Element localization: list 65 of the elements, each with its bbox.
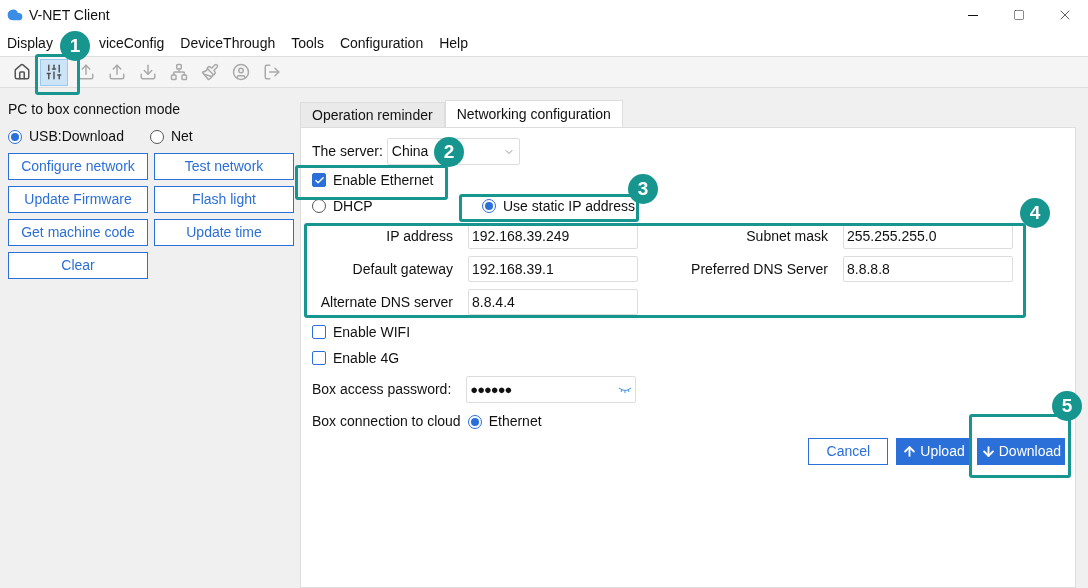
radio-label: DHCP (333, 198, 373, 214)
sliders-icon (45, 63, 63, 81)
checkbox-label: Enable Ethernet (333, 170, 434, 190)
maximize-icon (1013, 9, 1025, 21)
home-icon (13, 63, 31, 81)
cancel-button[interactable]: Cancel (808, 438, 889, 465)
callout-badge: 5 (1052, 391, 1082, 421)
action-button[interactable]: Clear (8, 252, 148, 279)
radio-label: USB:Download (29, 127, 124, 146)
tab[interactable]: Networking configuration (444, 100, 623, 127)
checkbox[interactable] (312, 173, 326, 187)
exit-icon (263, 63, 281, 81)
checkbox-label: Enable 4G (333, 348, 400, 368)
tab[interactable]: Operation reminder (300, 102, 445, 127)
window-title: V-NET Client (29, 5, 110, 25)
field-label: Default gateway (351, 259, 453, 279)
cloud-logo-icon (7, 7, 23, 23)
action-button[interactable]: Get machine code (8, 219, 148, 246)
input-field[interactable]: 192.168.39.1 (468, 256, 638, 282)
upload-icon (108, 63, 126, 81)
upload-button[interactable]: Upload (896, 438, 971, 465)
action-button[interactable]: Flash light (154, 186, 294, 213)
input-field[interactable]: 255.255.255.0 (843, 223, 1013, 249)
menu-item[interactable]: Display (7, 32, 53, 54)
radio-label: Net (170, 127, 193, 146)
action-button[interactable]: Test network (154, 153, 294, 180)
radio-button[interactable] (467, 414, 482, 429)
minimize-icon (968, 14, 978, 16)
arrow-down-icon (980, 444, 996, 459)
checkbox[interactable] (312, 351, 326, 365)
radio-label: Ethernet (488, 412, 542, 431)
radio-button[interactable] (149, 129, 164, 144)
section-title: PC to box connection mode (8, 100, 181, 118)
radio-button[interactable] (8, 129, 22, 144)
checkbox-label: Enable WIFI (333, 322, 411, 342)
network-icon (170, 63, 188, 81)
radio-button[interactable] (482, 199, 496, 213)
user-icon (232, 63, 250, 81)
password-value: ●●●●●● (470, 380, 512, 399)
input-field[interactable]: 192.168.39.249 (468, 223, 638, 249)
upload-icon (77, 63, 95, 81)
input-field[interactable]: 8.8.4.4 (468, 289, 638, 315)
menu-item[interactable]: DeviceThrough (180, 32, 276, 54)
checkbox[interactable] (312, 325, 326, 339)
field-label: The server: (312, 142, 383, 161)
menu-item[interactable]: Help (439, 32, 468, 54)
input-field[interactable]: 8.8.8.8 (843, 256, 1013, 282)
menu-item[interactable]: Tools (291, 32, 324, 54)
download-button[interactable]: Download (976, 438, 1065, 465)
eye-closed-icon (618, 386, 633, 393)
action-button[interactable]: Configure network (8, 153, 148, 180)
action-button[interactable]: Update time (154, 219, 294, 246)
menu-item[interactable]: Configuration (339, 32, 424, 54)
field-label: Preferred DNS Server (690, 259, 828, 279)
field-label: IP address (385, 226, 453, 246)
brush-icon (201, 63, 219, 81)
password-field[interactable]: ●●●●●● (466, 376, 637, 403)
toolbar-button[interactable] (40, 58, 68, 86)
download-icon (139, 63, 157, 81)
field-label: Box connection to cloud (312, 412, 461, 431)
field-label: Alternate DNS server (319, 292, 453, 312)
field-label: Subnet mask (745, 226, 828, 246)
field-label: Box access password: (312, 380, 452, 399)
menu-item[interactable]: viceConfig (98, 32, 165, 54)
action-button[interactable]: Update Firmware (8, 186, 148, 213)
